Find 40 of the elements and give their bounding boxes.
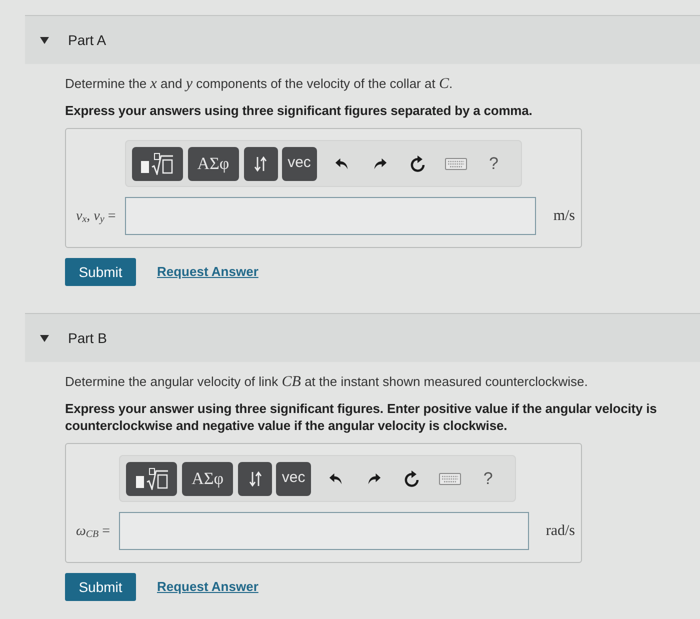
templates-button[interactable]	[132, 146, 183, 180]
vector-button[interactable]: vec	[276, 462, 312, 496]
request-answer-link[interactable]: Request Answer	[157, 262, 258, 282]
part-title: Part B	[68, 328, 107, 348]
templates-icon	[140, 152, 174, 174]
vector-button[interactable]: vec	[282, 146, 317, 180]
undo-icon[interactable]	[334, 156, 349, 170]
redo-icon[interactable]	[372, 156, 387, 170]
submit-button[interactable]: Submit	[65, 573, 136, 601]
answer-label: ω$_{CB}$ =	[76, 522, 112, 542]
keyboard-icon[interactable]	[444, 158, 467, 170]
unit-label: m/s	[553, 206, 575, 226]
greek-symbols-button[interactable]: ΑΣφ	[182, 462, 234, 496]
part-title: Part A	[68, 30, 106, 50]
question-text: Determine the angular velocity of link CB at the instant shown measured counterclockwise.	[65, 374, 589, 390]
answer-field[interactable]	[119, 512, 529, 550]
unit-label: rad/s	[546, 522, 575, 541]
request-answer-link[interactable]: Request Answer	[157, 577, 258, 597]
greek-symbols-button[interactable]: ΑΣφ	[188, 146, 239, 180]
up-down-arrows-icon	[248, 470, 262, 486]
arrows-button[interactable]	[244, 146, 278, 180]
answer-field[interactable]	[124, 197, 536, 235]
help-button[interactable]: ?	[483, 470, 493, 487]
question-text: Determine the x and y components of the velocity of the collar at C.	[65, 76, 454, 92]
undo-icon[interactable]	[329, 472, 344, 486]
instruction-text: Express your answer using three significant figures. Enter positive value if the angular velocity is counterclockwise and negative value if the angular velocity is clockwise.	[65, 400, 658, 434]
keyboard-icon[interactable]	[439, 472, 462, 484]
templates-icon	[134, 468, 169, 490]
submit-button[interactable]: Submit	[65, 258, 136, 286]
templates-button[interactable]	[126, 462, 178, 496]
redo-icon[interactable]	[367, 472, 382, 486]
caret-icon[interactable]	[40, 36, 49, 44]
reset-icon[interactable]	[404, 470, 420, 487]
reset-icon[interactable]	[410, 155, 426, 172]
arrows-button[interactable]	[238, 462, 272, 496]
answer-label: v$_{x}$, v$_{y}$ =	[76, 208, 117, 226]
up-down-arrows-icon	[254, 156, 268, 172]
help-button[interactable]: ?	[489, 155, 498, 172]
instruction-text: Express your answers using three significant figures separated by a comma.	[65, 102, 534, 119]
caret-icon[interactable]	[40, 334, 49, 342]
